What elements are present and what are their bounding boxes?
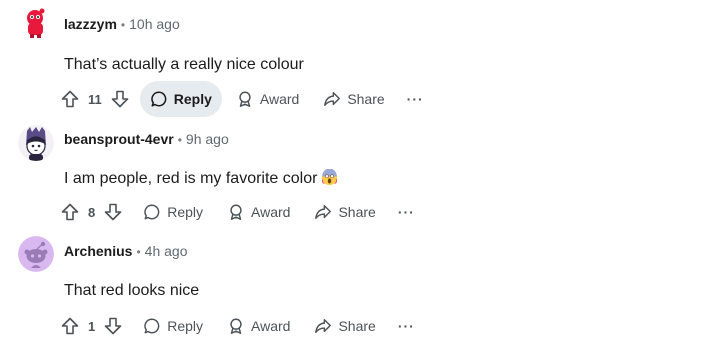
- comment-meta: lazzzym • 10h ago: [64, 15, 180, 34]
- separator: •: [136, 245, 141, 259]
- comment-meta: beansprout-4evr • 9h ago: [64, 130, 229, 149]
- upvote-icon[interactable]: [60, 202, 80, 222]
- share-icon: [324, 91, 341, 107]
- share-label: Share: [338, 318, 376, 334]
- vote-count: 1: [88, 318, 96, 334]
- downvote-icon[interactable]: [110, 89, 130, 109]
- vote-controls: 8: [60, 202, 123, 222]
- comment-actions: 11 Reply Award Share ···: [60, 81, 432, 117]
- share-button[interactable]: Share: [304, 308, 385, 344]
- comment-actions: 1 Reply Award Share ···: [60, 308, 423, 344]
- comment-body-text: I am people, red is my favorite color: [64, 170, 318, 187]
- more-options-button[interactable]: ···: [390, 308, 423, 344]
- award-icon: [239, 91, 251, 107]
- separator: •: [120, 18, 126, 32]
- username[interactable]: Archenius: [64, 243, 132, 259]
- comment-body: I am people, red is my favorite color: [64, 169, 338, 189]
- username[interactable]: beansprout-4evr: [64, 131, 174, 147]
- avatar[interactable]: [18, 236, 54, 272]
- comment-actions: 8 Reply Award Share ···: [60, 194, 423, 230]
- downvote-icon[interactable]: [103, 202, 123, 222]
- avatar[interactable]: [18, 5, 54, 41]
- reply-icon: [144, 204, 160, 220]
- reply-button[interactable]: Reply: [133, 308, 213, 344]
- share-icon: [315, 318, 332, 334]
- award-icon: [230, 204, 242, 220]
- share-icon: [315, 204, 332, 220]
- comment-thread: lazzzym • 10h ago That’s actually a really…: [0, 0, 702, 348]
- username[interactable]: lazzzym: [64, 16, 117, 32]
- reply-icon: [151, 91, 167, 107]
- share-button[interactable]: Share: [304, 194, 385, 230]
- award-label: Award: [251, 318, 291, 334]
- timestamp[interactable]: 4h ago: [145, 243, 188, 259]
- more-options-button[interactable]: ···: [390, 194, 423, 230]
- award-icon: [230, 318, 242, 334]
- reply-label: Reply: [167, 318, 204, 334]
- reply-icon: [144, 318, 160, 334]
- upvote-icon[interactable]: [60, 316, 80, 336]
- share-button[interactable]: Share: [313, 81, 394, 117]
- downvote-icon[interactable]: [103, 316, 123, 336]
- award-button[interactable]: Award: [217, 194, 300, 230]
- reply-button[interactable]: Reply: [133, 194, 213, 230]
- vote-controls: 1: [60, 316, 123, 336]
- separator: •: [177, 133, 182, 147]
- reply-label: Reply: [173, 91, 212, 107]
- comment-body: That red looks nice: [64, 282, 200, 299]
- vote-controls: 11: [60, 89, 130, 109]
- upvote-icon[interactable]: [60, 89, 80, 109]
- award-label: Award: [259, 91, 300, 107]
- avatar[interactable]: [18, 125, 54, 161]
- user-avatar-icon: [18, 125, 54, 161]
- user-avatar-icon: [18, 5, 54, 41]
- award-button[interactable]: Award: [226, 81, 309, 117]
- share-label: Share: [347, 91, 385, 107]
- timestamp[interactable]: 10h ago: [129, 16, 180, 32]
- award-button[interactable]: Award: [217, 308, 300, 344]
- user-avatar-icon: [18, 236, 54, 272]
- face-screaming-emoji-icon: [322, 169, 338, 186]
- comment-body: That’s actually a really nice colour: [64, 56, 304, 73]
- timestamp[interactable]: 9h ago: [186, 131, 229, 147]
- award-label: Award: [251, 204, 291, 220]
- share-label: Share: [338, 204, 376, 220]
- vote-count: 11: [88, 91, 102, 107]
- more-options-button[interactable]: ···: [399, 81, 432, 117]
- comment-meta: Archenius • 4h ago: [64, 242, 188, 261]
- reply-button[interactable]: Reply: [139, 81, 222, 117]
- reply-label: Reply: [167, 204, 204, 220]
- vote-count: 8: [88, 204, 96, 220]
